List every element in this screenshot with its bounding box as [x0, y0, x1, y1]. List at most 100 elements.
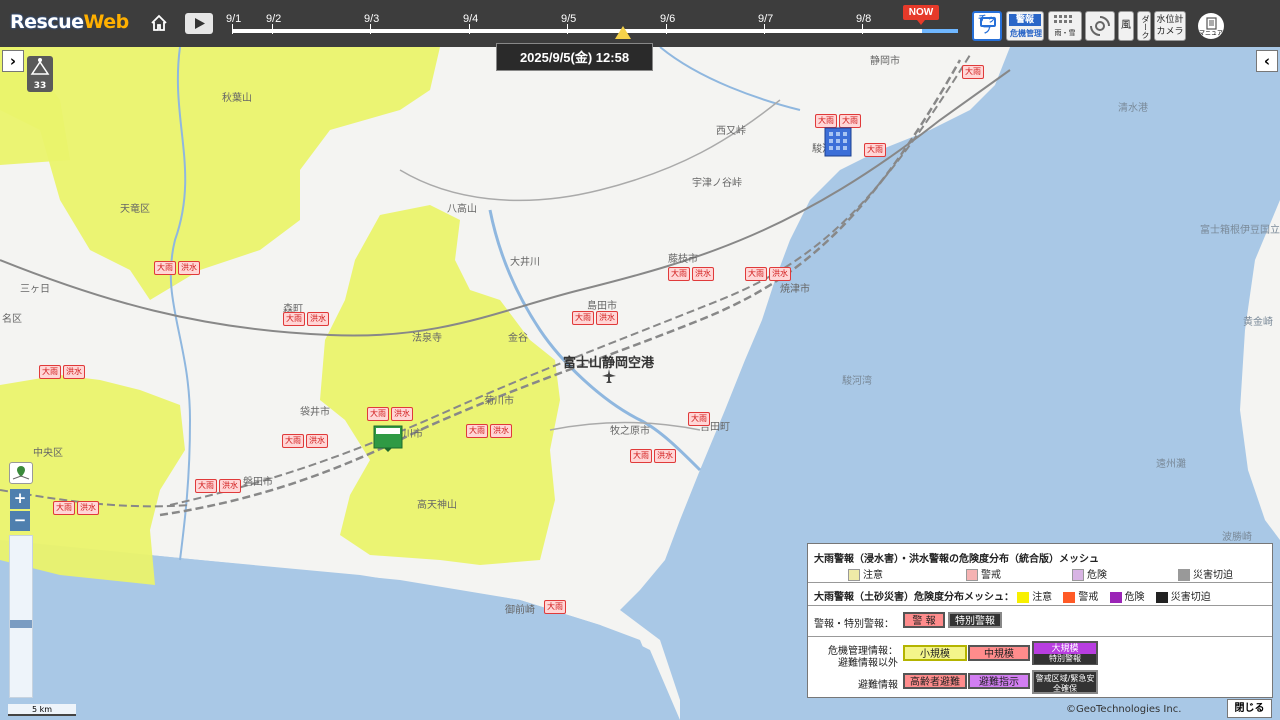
day-label: 9/4 — [463, 13, 479, 25]
left-panel-toggle[interactable]: › — [2, 50, 24, 72]
map-label-port: 清水港 — [1118, 103, 1148, 114]
rain-warning-chip[interactable]: 大雨 — [195, 479, 217, 493]
warning-chip-group: 大雨 洪水 — [195, 479, 241, 493]
flood-warning-chip[interactable]: 洪水 — [391, 407, 413, 421]
zoom-slider-thumb[interactable] — [10, 620, 32, 628]
warning-swatch — [1063, 591, 1076, 603]
rain-warning-chip[interactable]: 大雨 — [864, 143, 886, 157]
day-tick — [666, 24, 667, 34]
flood-warning-chip[interactable]: 洪水 — [178, 261, 200, 275]
day-tick — [370, 24, 371, 34]
legend-attention-label: 注意 — [863, 570, 883, 581]
map-label-kikugawa: 菊川市 — [484, 396, 514, 407]
day-tick — [764, 24, 765, 34]
rain-warning-chip[interactable]: 大雨 — [53, 501, 75, 515]
rain-warning-chip[interactable]: 大雨 — [572, 311, 594, 325]
flood-warning-chip[interactable]: 洪水 — [490, 424, 512, 438]
legend-title-flood: 大雨警報（浸水害）・洪水警報の危険度分布（統合版）メッシュ — [814, 554, 1099, 565]
flood-warning-chip[interactable]: 洪水 — [769, 267, 791, 281]
app-logo[interactable]: RescueWeb — [10, 11, 129, 33]
wind-button[interactable]: 風 — [1118, 11, 1134, 41]
water-level-camera-button[interactable]: 水位計 カメラ — [1154, 11, 1186, 41]
legend-separator — [808, 605, 1272, 606]
rain-warning-chip[interactable]: 大雨 — [668, 267, 690, 281]
now-badge[interactable]: NOW — [903, 5, 939, 25]
warning-toggle-button[interactable]: 警報 危機管理 — [1006, 11, 1044, 41]
rain-warning-chip[interactable]: 大雨 — [282, 434, 304, 448]
current-datetime: 2025/9/5(金) 12:58 — [496, 43, 653, 71]
legend-close-button[interactable]: 閉じる — [1227, 699, 1272, 718]
warning-chip-group: 大雨 洪水 — [668, 267, 714, 281]
flood-warning-chip[interactable]: 洪水 — [307, 312, 329, 326]
legend-danger-label: 危険 — [1124, 592, 1145, 603]
flood-warning-chip[interactable]: 洪水 — [77, 501, 99, 515]
warning-chip-group: 大雨 洪水 — [154, 261, 200, 275]
rain-warning-chip[interactable]: 大雨 — [630, 449, 652, 463]
flood-warning-chip[interactable]: 洪水 — [654, 449, 676, 463]
shop-marker-icon[interactable] — [372, 424, 404, 452]
rain-warning-chip[interactable]: 大雨 — [154, 261, 176, 275]
attention-swatch — [1017, 591, 1030, 603]
legend-evac-order: 避難指示 — [968, 673, 1030, 689]
manual-button[interactable]: マニュアル — [1198, 13, 1224, 71]
warning-chip-group: 大雨 洪水 — [282, 434, 328, 448]
timeline-slider-thumb[interactable] — [615, 26, 631, 39]
rain-warning-chip[interactable]: 大雨 — [544, 600, 566, 614]
map-label-ensh: 遠州灘 — [1156, 459, 1186, 470]
day-tick — [567, 24, 568, 34]
day-tick — [862, 24, 863, 34]
facility-counter-button[interactable]: 33 — [27, 56, 53, 92]
rain-warning-chip[interactable]: 大雨 — [688, 412, 710, 426]
rain-warning-chip[interactable]: 大雨 — [962, 65, 984, 79]
day-label: 9/8 — [856, 13, 872, 25]
chip-label: チップ — [977, 15, 996, 36]
warning-chip-group: 大雨 洪水 — [745, 267, 791, 281]
flood-warning-chip[interactable]: 洪水 — [692, 267, 714, 281]
warning-chip-group: 大雨 洪水 — [53, 501, 99, 515]
legend-disaster-label: 災害切迫 — [1193, 570, 1233, 581]
rain-radar-button[interactable]: 雨・雪 — [1048, 11, 1082, 41]
map-label-takatenjin: 高天神山 — [417, 500, 457, 511]
typhoon-button[interactable] — [1085, 11, 1115, 41]
zoom-in-button[interactable]: + — [10, 489, 30, 509]
building-marker-icon[interactable] — [823, 126, 853, 160]
day-label: 9/3 — [364, 13, 380, 25]
zoom-out-button[interactable]: − — [10, 511, 30, 531]
flood-warning-chip[interactable]: 洪水 — [596, 311, 618, 325]
dark-mode-button[interactable]: ダーク — [1137, 11, 1151, 41]
attention-swatch — [848, 569, 860, 581]
play-button[interactable] — [185, 13, 213, 34]
legend-danger-label: 危険 — [1087, 570, 1107, 581]
chip-toggle-button[interactable]: チップ — [972, 11, 1002, 41]
layer-button[interactable] — [9, 462, 33, 484]
map-label-yatagoyama: 八高山 — [447, 204, 477, 215]
rain-warning-chip[interactable]: 大雨 — [466, 424, 488, 438]
map-label-makinohara: 牧之原市 — [610, 426, 650, 437]
timeline-track[interactable] — [232, 29, 922, 33]
map-label-hosenji: 法泉寺 — [412, 333, 442, 344]
danger-swatch — [1072, 569, 1084, 581]
rain-warning-chip[interactable]: 大雨 — [745, 267, 767, 281]
legend-warning-label: 警戒 — [981, 570, 1001, 581]
map-label-mikkabi: 三ヶ日 — [20, 284, 50, 295]
legend-evac-emergency: 警戒区域/緊急安全確保 — [1032, 670, 1098, 694]
rain-warning-chip[interactable]: 大雨 — [367, 407, 389, 421]
top-toolbar: RescueWeb 9/1 9/2 9/3 9/4 9/5 9/6 9/7 9/… — [0, 0, 1280, 71]
flood-warning-chip[interactable]: 洪水 — [306, 434, 328, 448]
day-tick — [272, 24, 273, 34]
legend-separator — [808, 582, 1272, 583]
map-label-fukuroi: 袋井市 — [300, 407, 330, 418]
right-panel-toggle[interactable]: ‹ — [1256, 50, 1278, 72]
day-label: 9/1 — [226, 13, 242, 25]
warning-chip-group: 大雨 洪水 — [466, 424, 512, 438]
map-label-akihasan: 秋葉山 — [222, 93, 252, 104]
legend-flood-attention: 注意 — [848, 566, 883, 581]
legend-alert-special: 特別警報 — [948, 612, 1002, 628]
flood-warning-chip[interactable]: 洪水 — [63, 365, 85, 379]
map-label-sea3: 黄金崎 — [1243, 317, 1273, 328]
flood-warning-chip[interactable]: 洪水 — [219, 479, 241, 493]
home-icon[interactable] — [150, 14, 168, 32]
zoom-slider-track[interactable] — [9, 535, 33, 698]
rain-warning-chip[interactable]: 大雨 — [283, 312, 305, 326]
rain-warning-chip[interactable]: 大雨 — [39, 365, 61, 379]
